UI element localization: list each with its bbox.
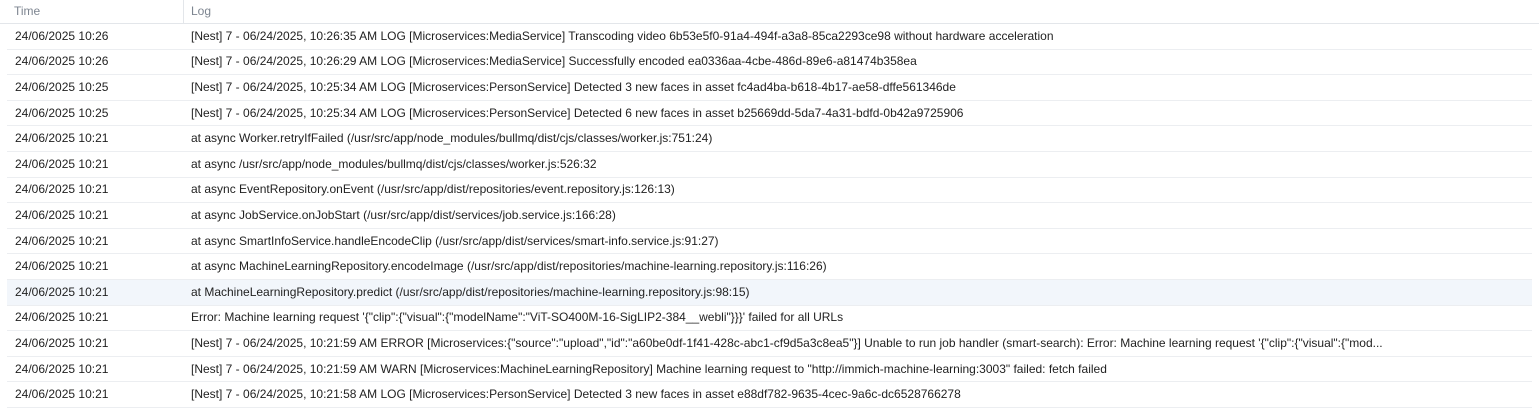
table-row[interactable]: 24/06/2025 10:21 at async MachineLearning…: [7, 254, 1532, 280]
log-message-cell: at async /usr/src/app/node_modules/bullm…: [191, 156, 597, 171]
log-rows: 24/06/2025 10:26 [Nest] 7 - 06/24/2025, 1…: [7, 24, 1532, 408]
table-row[interactable]: 24/06/2025 10:21 at async EventRepository…: [7, 178, 1532, 204]
log-table: Time Log 24/06/2025 10:26 [Nest] 7 - 06/2…: [0, 0, 1539, 410]
time-cell: 24/06/2025 10:25: [15, 79, 109, 94]
time-cell: 24/06/2025 10:21: [15, 310, 109, 325]
log-message-cell: [Nest] 7 - 06/24/2025, 10:25:34 AM LOG […: [191, 79, 956, 94]
time-cell: 24/06/2025 10:21: [15, 182, 109, 197]
log-message-cell: [Nest] 7 - 06/24/2025, 10:21:59 AM ERROR…: [191, 335, 1383, 350]
table-row[interactable]: 24/06/2025 10:21 at async JobService.onJo…: [7, 203, 1532, 229]
time-cell: 24/06/2025 10:21: [15, 207, 109, 222]
table-row[interactable]: 24/06/2025 10:21 at MachineLearningReposi…: [7, 279, 1532, 306]
time-column-header[interactable]: Time: [0, 0, 183, 23]
table-row[interactable]: 24/06/2025 10:21 at async Worker.retryIfF…: [7, 126, 1532, 152]
table-row[interactable]: 24/06/2025 10:21 [Nest] 7 - 06/24/2025, 1…: [7, 382, 1532, 408]
time-cell: 24/06/2025 10:21: [15, 387, 109, 402]
log-message-cell: at async EventRepository.onEvent (/usr/s…: [191, 182, 675, 197]
log-message-cell: [Nest] 7 - 06/24/2025, 10:21:58 AM LOG […: [191, 387, 961, 402]
table-row[interactable]: 24/06/2025 10:25 [Nest] 7 - 06/24/2025, 1…: [7, 75, 1532, 101]
time-cell: 24/06/2025 10:26: [15, 54, 109, 69]
table-row[interactable]: 24/06/2025 10:26 [Nest] 7 - 06/24/2025, 1…: [7, 24, 1532, 50]
time-cell: 24/06/2025 10:21: [15, 259, 109, 274]
time-cell: 24/06/2025 10:21: [15, 233, 109, 248]
time-cell: 24/06/2025 10:21: [15, 361, 109, 376]
log-message-cell: [Nest] 7 - 06/24/2025, 10:26:29 AM LOG […: [191, 54, 917, 69]
table-row[interactable]: 24/06/2025 10:26 [Nest] 7 - 06/24/2025, 1…: [7, 50, 1532, 76]
table-header: Time Log: [0, 0, 1539, 24]
log-message-cell: at async SmartInfoService.handleEncodeCl…: [191, 233, 719, 248]
time-cell: 24/06/2025 10:21: [15, 131, 109, 146]
table-row[interactable]: 24/06/2025 10:21 Error: Machine learning …: [7, 306, 1532, 332]
log-message-cell: Error: Machine learning request '{"clip"…: [191, 310, 844, 325]
log-message-cell: [Nest] 7 - 06/24/2025, 10:21:59 AM WARN …: [191, 361, 1107, 376]
table-row[interactable]: 24/06/2025 10:21 at async SmartInfoServic…: [7, 229, 1532, 255]
log-message-cell: [Nest] 7 - 06/24/2025, 10:26:35 AM LOG […: [191, 28, 1054, 43]
table-row[interactable]: 24/06/2025 10:21 [Nest] 7 - 06/24/2025, 1…: [7, 331, 1532, 357]
table-row[interactable]: 24/06/2025 10:21 [Nest] 7 - 06/24/2025, 1…: [7, 357, 1532, 383]
time-cell: 24/06/2025 10:26: [15, 28, 109, 43]
log-message-cell: [Nest] 7 - 06/24/2025, 10:25:34 AM LOG […: [191, 105, 964, 120]
log-column-header[interactable]: Log: [183, 0, 1539, 23]
log-message-cell: at MachineLearningRepository.predict (/u…: [191, 284, 750, 299]
time-cell: 24/06/2025 10:21: [15, 156, 109, 171]
time-cell: 24/06/2025 10:21: [15, 284, 109, 299]
table-row[interactable]: 24/06/2025 10:21 at async /usr/src/app/no…: [7, 152, 1532, 178]
time-cell: 24/06/2025 10:25: [15, 105, 109, 120]
time-cell: 24/06/2025 10:21: [15, 335, 109, 350]
table-row[interactable]: 24/06/2025 10:25 [Nest] 7 - 06/24/2025, 1…: [7, 101, 1532, 127]
log-message-cell: at async Worker.retryIfFailed (/usr/src/…: [191, 131, 713, 146]
log-message-cell: at async JobService.onJobStart (/usr/src…: [191, 207, 616, 222]
log-message-cell: at async MachineLearningRepository.encod…: [191, 259, 827, 274]
